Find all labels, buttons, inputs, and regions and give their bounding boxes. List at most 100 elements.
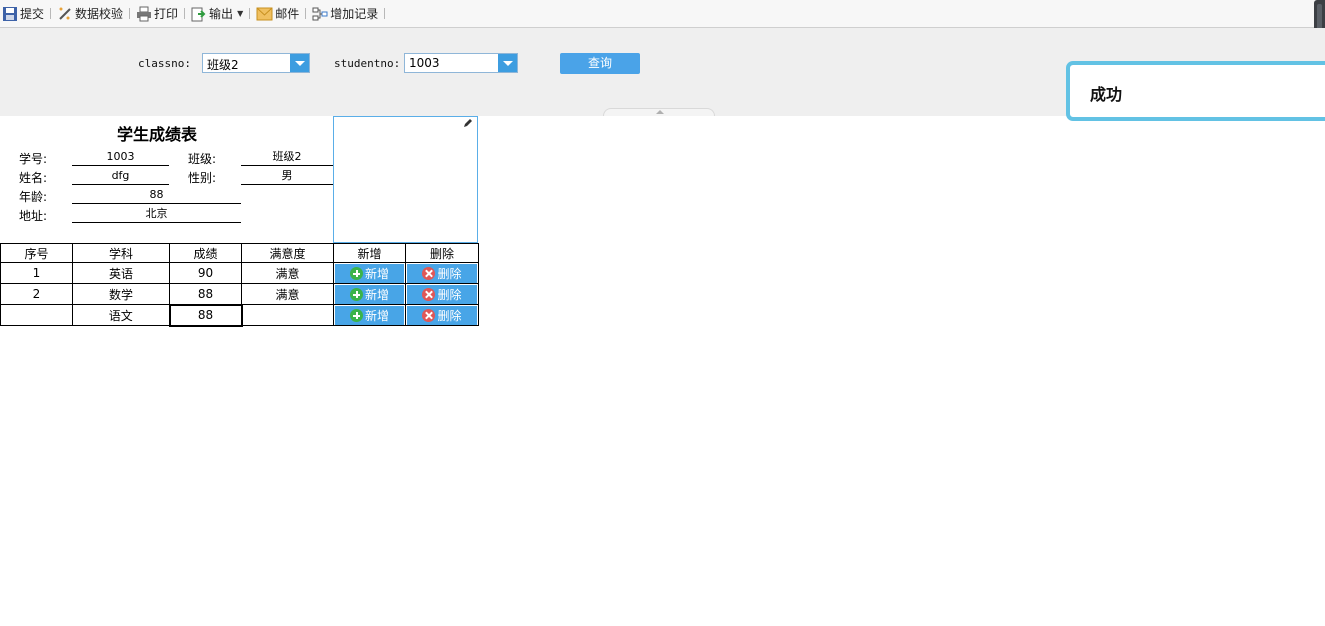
studentno-label: studentno: [334, 57, 401, 70]
close-icon [422, 287, 436, 301]
report-title: 学生成绩表 [116, 125, 197, 144]
print-label: 打印 [154, 7, 179, 21]
photo-area[interactable] [333, 116, 478, 243]
name-label: 姓名: [19, 171, 48, 185]
printer-icon [137, 6, 152, 21]
submit-button[interactable]: 提交 [0, 0, 46, 27]
student-no-label: 学号: [19, 152, 48, 166]
cell-score[interactable]: 90 [169, 262, 242, 284]
score-table: 序号 学科 成绩 满意度 新增 删除 1 英语 90 满意 新增 删除 2 数学… [0, 243, 479, 327]
toolbar-divider [50, 8, 52, 19]
export-label: 输出 [209, 7, 234, 21]
table-header-row: 序号 学科 成绩 满意度 新增 删除 [0, 243, 479, 263]
success-toast: 成功 [1066, 61, 1325, 121]
toolbar-divider [249, 8, 251, 19]
add-row-label: 新增 [364, 266, 389, 281]
student-no-value: 1003 [72, 148, 169, 166]
add-row-button[interactable]: 新增 [335, 263, 404, 283]
pencil-icon[interactable] [463, 118, 473, 128]
mail-label: 邮件 [275, 7, 300, 21]
cell-delete: 删除 [405, 304, 479, 326]
class-label: 班级: [188, 152, 217, 166]
header-no: 序号 [0, 243, 73, 263]
validate-button[interactable]: 数据校验 [55, 0, 125, 27]
submit-label: 提交 [20, 7, 45, 21]
table-row: 1 英语 90 满意 新增 删除 [0, 262, 479, 284]
studentno-select[interactable]: 1003 [404, 53, 518, 73]
cell-satisfaction[interactable]: 满意 [241, 262, 334, 284]
search-button[interactable]: 查询 [560, 53, 640, 74]
name-value: dfg [72, 167, 169, 185]
toast-message: 成功 [1090, 85, 1123, 104]
add-record-button[interactable]: 增加记录 [310, 0, 380, 27]
envelope-icon [256, 7, 273, 20]
cell-delete: 删除 [405, 262, 479, 284]
add-row-label: 新增 [364, 287, 389, 302]
toolbar: 提交 数据校验 打印 输出 ▼ 邮件 增加记录 [0, 0, 1325, 28]
chevron-down-icon[interactable] [498, 54, 517, 72]
studentno-value: 1003 [409, 56, 440, 70]
address-label: 地址: [19, 209, 48, 223]
add-row-label: 新增 [364, 308, 389, 323]
add-record-label: 增加记录 [330, 7, 379, 21]
cell-satisfaction[interactable]: 满意 [241, 283, 334, 305]
collapse-panel-handle[interactable] [603, 108, 715, 116]
plus-icon [349, 287, 363, 301]
cell-subject[interactable]: 英语 [72, 262, 170, 284]
toolbar-divider [129, 8, 131, 19]
delete-row-button[interactable]: 删除 [407, 284, 477, 304]
age-label: 年龄: [19, 190, 48, 204]
plus-icon [349, 308, 363, 322]
classno-label: classno: [138, 57, 191, 70]
cell-add: 新增 [333, 262, 406, 284]
address-value: 北京 [72, 205, 241, 223]
cell-score-selected[interactable]: 88 [168, 303, 243, 327]
gender-value: 男 [241, 167, 333, 185]
mail-button[interactable]: 邮件 [254, 0, 301, 27]
export-button[interactable]: 输出 ▼ [189, 0, 245, 27]
close-icon [422, 308, 436, 322]
cell-no[interactable]: 2 [0, 283, 73, 305]
gender-label: 性别: [188, 171, 217, 185]
cell-score[interactable]: 88 [169, 283, 242, 305]
print-button[interactable]: 打印 [134, 0, 180, 27]
cell-add: 新增 [333, 283, 406, 305]
plus-icon [349, 266, 363, 280]
toolbar-divider [384, 8, 386, 19]
export-icon [191, 7, 206, 21]
table-row: 2 数学 88 满意 新增 删除 [0, 283, 479, 305]
classno-value: 班级2 [207, 58, 239, 72]
cell-delete: 删除 [405, 283, 479, 305]
cell-subject[interactable]: 语文 [72, 304, 170, 326]
add-row-button[interactable]: 新增 [335, 284, 404, 304]
delete-row-label: 删除 [437, 266, 462, 281]
close-icon [422, 266, 436, 280]
cell-add: 新增 [333, 304, 406, 326]
class-value: 班级2 [241, 148, 333, 166]
toolbar-divider [184, 8, 186, 19]
header-add: 新增 [333, 243, 406, 263]
validate-label: 数据校验 [75, 7, 124, 21]
delete-row-button[interactable]: 删除 [407, 305, 477, 325]
delete-row-label: 删除 [437, 308, 462, 323]
classno-select[interactable]: 班级2 [202, 53, 310, 73]
cell-no[interactable] [0, 304, 73, 326]
header-subject: 学科 [72, 243, 170, 263]
add-row-button[interactable]: 新增 [335, 305, 404, 325]
chevron-down-icon[interactable] [290, 54, 309, 72]
cell-satisfaction[interactable] [241, 304, 334, 326]
table-row: 语文 88 新增 删除 [0, 303, 479, 327]
save-icon [3, 6, 17, 21]
magic-wand-icon [59, 7, 71, 20]
chevron-down-icon: ▼ [237, 9, 244, 18]
header-satisfaction: 满意度 [241, 243, 334, 263]
add-record-icon [312, 7, 328, 20]
delete-row-label: 删除 [437, 287, 462, 302]
cell-subject[interactable]: 数学 [72, 283, 170, 305]
cell-no[interactable]: 1 [0, 262, 73, 284]
delete-row-button[interactable]: 删除 [407, 263, 477, 283]
toolbar-divider [305, 8, 307, 19]
header-score: 成绩 [169, 243, 242, 263]
header-delete: 删除 [405, 243, 479, 263]
age-value: 88 [72, 186, 241, 204]
